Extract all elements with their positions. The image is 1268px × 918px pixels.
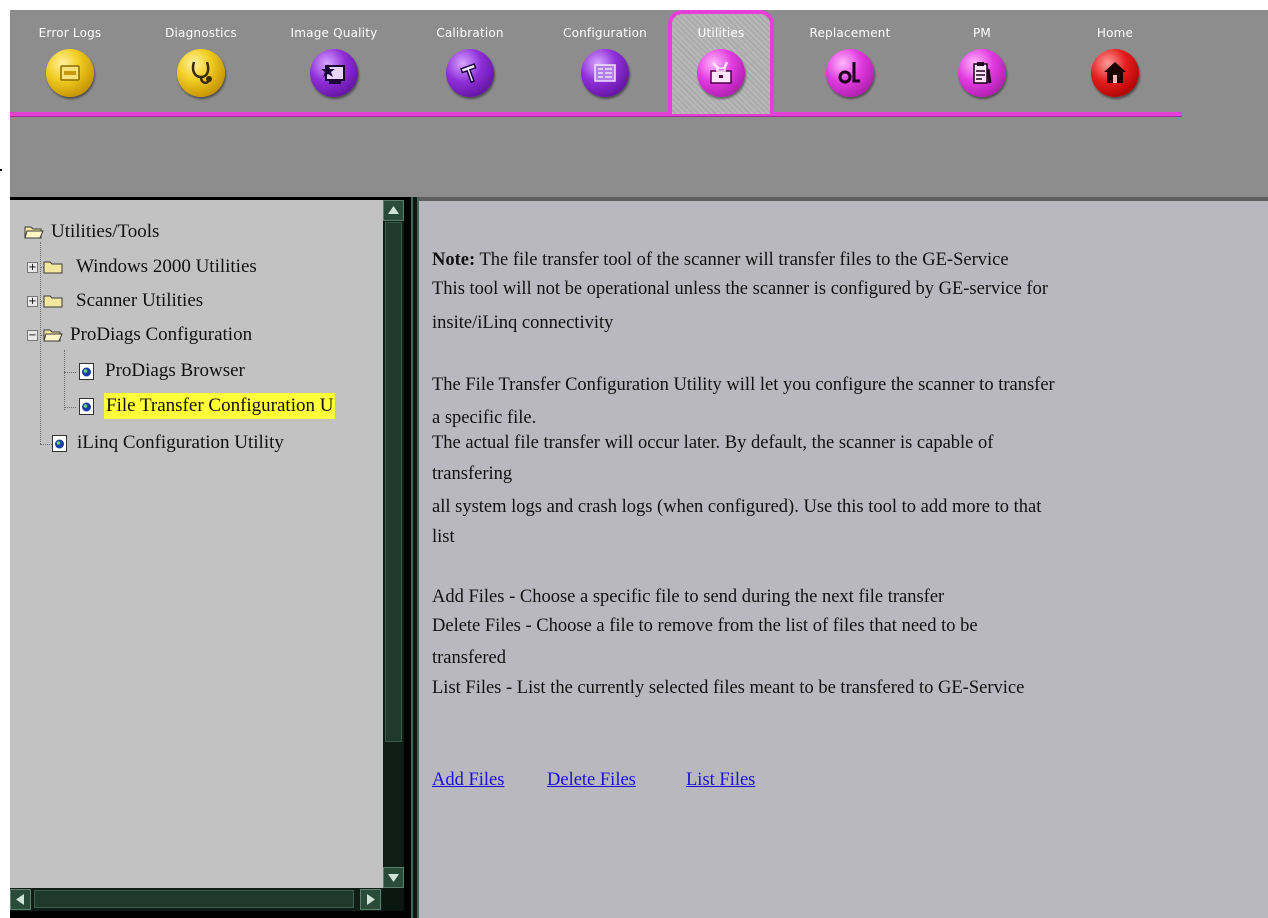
content-text: The actual file transfer will occur late… [432,433,994,453]
expand-plus-icon[interactable]: + [27,296,38,307]
list-files-link[interactable]: List Files [686,769,755,791]
horizontal-scroll-thumb[interactable] [34,890,354,908]
tree-item-windows-2000-utilities[interactable]: + Windows 2000 Utilities [10,254,383,280]
scroll-left-arrow-icon[interactable] [10,889,31,910]
tab-label: Error Logs [38,26,102,40]
home-icon [1091,49,1139,97]
tab-pm[interactable]: PM [927,10,1037,114]
tree-root-label: Utilities/Tools [51,221,160,242]
delete-files-link[interactable]: Delete Files [547,769,636,791]
tree-item-ilinq-configuration-utility[interactable]: iLinq Configuration Utility [10,430,383,456]
tree-item-label: iLinq Configuration Utility [77,432,284,453]
tree-item-prodiags-configuration[interactable]: − ProDiags Configuration [10,322,383,348]
tab-calibration[interactable]: Calibration [415,10,525,114]
utilities-tree[interactable]: Utilities/Tools + Windows 2000 Utilities… [10,200,383,888]
note-text: The file transfer tool of the scanner wi… [475,250,1009,270]
tree-item-label: ProDiags Browser [105,360,245,381]
expand-plus-icon[interactable]: + [27,262,38,273]
content-text: transfering [432,464,513,484]
document-page-icon [79,398,94,415]
content-text: List Files - List the currently selected… [432,678,1025,698]
stray-pixel [0,169,2,171]
tab-replacement[interactable]: Replacement [795,10,905,114]
note-line: Note: The file transfer tool of the scan… [432,249,1009,271]
tab-error-logs[interactable]: Error Logs [15,10,125,114]
content-text: a specific file. [432,408,537,428]
tab-label: PM [973,26,991,40]
document-page-icon [52,435,67,452]
error-logs-icon [46,49,94,97]
tab-image-quality[interactable]: Image Quality [275,10,393,114]
tab-label: Utilities [697,26,745,40]
tree-item-file-transfer-configuration[interactable]: File Transfer Configuration U [10,393,383,419]
scroll-up-arrow-icon[interactable] [383,200,404,221]
tab-label: Home [1096,26,1134,40]
note-label: Note: [432,250,476,270]
tab-label: Calibration [436,26,504,40]
content-text: list [432,527,455,547]
tab-configuration[interactable]: Configuration [545,10,665,114]
stethoscope-icon [177,49,225,97]
tree-item-label: Windows 2000 Utilities [76,256,257,277]
tab-label: Image Quality [290,26,378,40]
scrollbar-corner [383,888,404,911]
add-files-link[interactable]: Add Files [432,769,504,791]
folder-icon [43,295,63,308]
content-text: The File Transfer Configuration Utility … [432,375,1055,395]
pane-splitter[interactable] [411,197,419,918]
collapse-minus-icon[interactable]: − [27,330,38,341]
scroll-down-arrow-icon[interactable] [383,867,404,888]
pm-checklist-icon [958,49,1006,97]
utilities-toolbox-icon [697,49,745,97]
configuration-list-icon [581,49,629,97]
tab-utilities[interactable]: Utilities [668,10,774,114]
tree-item-label: ProDiags Configuration [70,324,253,345]
content-text: Delete Files - Choose a file to remove f… [432,616,978,636]
tab-home[interactable]: Home [1060,10,1170,114]
calibration-tools-icon [446,49,494,97]
tab-label: Configuration [563,26,647,40]
content-text: insite/iLinq connectivity [432,313,614,333]
content-text: Add Files - Choose a specific file to se… [432,587,945,607]
navigation-tree-pane: Utilities/Tools + Windows 2000 Utilities… [10,197,411,918]
folder-open-icon [24,226,44,239]
folder-open-icon [43,329,63,342]
tree-item-label-selected: File Transfer Configuration U [104,393,336,419]
content-text: all system logs and crash logs (when con… [432,497,1042,517]
document-page-icon [79,363,94,380]
scroll-right-arrow-icon[interactable] [360,889,381,910]
folder-icon [43,261,63,274]
vertical-scroll-thumb[interactable] [385,222,402,742]
top-tab-bar: Error Logs Diagnostics Image Quality Cal… [10,10,1268,197]
content-text: transfered [432,648,506,668]
tab-diagnostics[interactable]: Diagnostics [146,10,256,114]
tree-root[interactable]: Utilities/Tools [10,219,383,245]
tab-label: Replacement [809,26,891,40]
content-text: This tool will not be operational unless… [432,279,1048,299]
tree-item-label: Scanner Utilities [76,290,204,311]
tree-vertical-scrollbar[interactable] [383,200,404,888]
tree-horizontal-scrollbar[interactable] [10,888,383,911]
content-pane: Note: The file transfer tool of the scan… [419,197,1268,918]
tab-label: Diagnostics [165,26,237,40]
replacement-icon [826,49,874,97]
tree-item-prodiags-browser[interactable]: ProDiags Browser [10,358,383,384]
image-quality-icon [310,49,358,97]
tree-item-scanner-utilities[interactable]: + Scanner Utilities [10,288,383,314]
